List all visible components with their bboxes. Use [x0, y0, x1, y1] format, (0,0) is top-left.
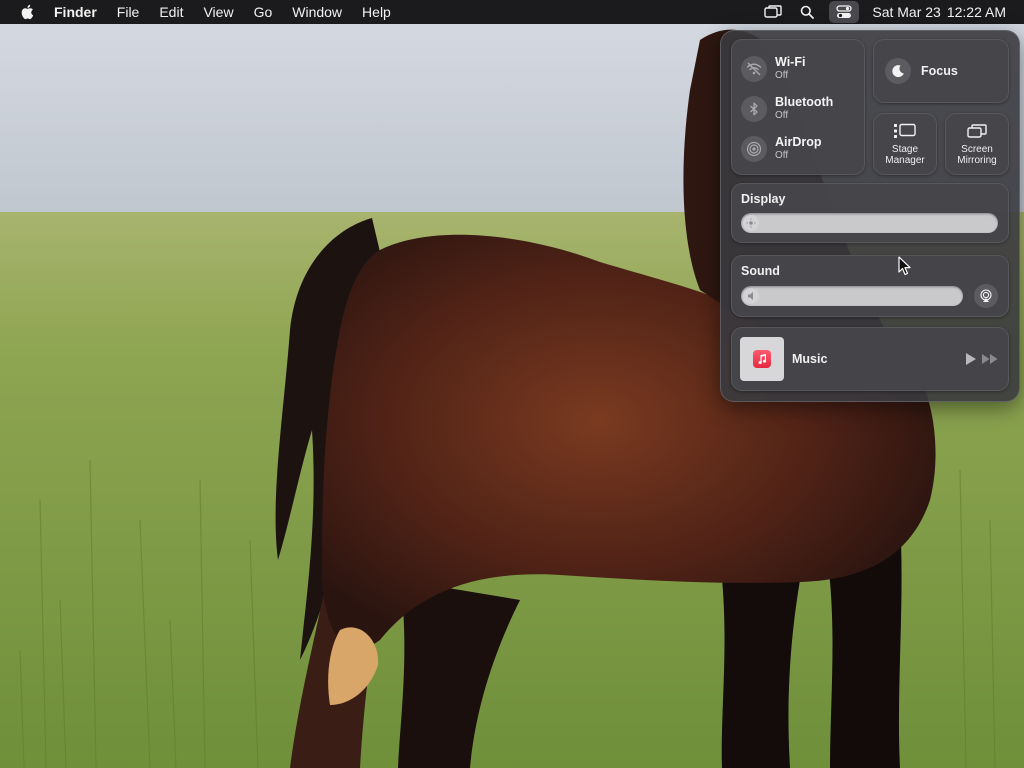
sound-title: Sound — [741, 264, 780, 278]
display-tile: Display — [731, 183, 1009, 243]
control-center-panel: Wi-Fi Off Bluetooth Off AirDrop Off Focu… — [720, 30, 1020, 402]
sound-tile: Sound — [731, 255, 1009, 317]
clock-date: Sat Mar 23 — [872, 4, 941, 20]
screen-mirroring-label-line2: Mirroring — [957, 155, 997, 166]
now-playing-app: Music — [792, 352, 828, 366]
brightness-icon[interactable] — [743, 215, 759, 231]
control-center-icon[interactable] — [829, 1, 860, 23]
menu-view[interactable]: View — [193, 0, 243, 24]
brightness-slider[interactable] — [741, 213, 998, 233]
mouse-cursor-icon — [898, 256, 911, 281]
menu-go[interactable]: Go — [244, 0, 283, 24]
wifi-status: Off — [775, 70, 789, 81]
menu-bar-clock[interactable]: Sat Mar 23 12:22 AM — [872, 4, 1006, 20]
speaker-icon[interactable] — [743, 288, 759, 304]
album-artwork[interactable] — [740, 337, 784, 381]
screen-mirroring-tile[interactable]: Screen Mirroring — [945, 113, 1009, 175]
airdrop-label: AirDrop — [775, 135, 822, 149]
airplay-audio-icon[interactable] — [974, 284, 998, 308]
menu-bar: Finder File Edit View Go Window Help Sat… — [0, 0, 1024, 24]
network-tile: Wi-Fi Off Bluetooth Off AirDrop Off — [731, 39, 865, 175]
focus-tile[interactable]: Focus — [873, 39, 1009, 103]
stage-manager-label-line2: Manager — [885, 155, 925, 166]
focus-label: Focus — [921, 64, 958, 78]
menu-app-name[interactable]: Finder — [50, 0, 107, 24]
bluetooth-icon[interactable] — [741, 96, 767, 122]
bluetooth-toggle[interactable]: Bluetooth Off — [741, 96, 833, 122]
play-icon[interactable] — [964, 351, 978, 367]
display-title: Display — [741, 192, 786, 206]
menu-help[interactable]: Help — [352, 0, 401, 24]
airdrop-status: Off — [775, 150, 789, 161]
now-playing-tile: Music — [731, 327, 1009, 391]
airdrop-toggle[interactable]: AirDrop Off — [741, 136, 822, 162]
stage-manager-icon — [874, 121, 936, 141]
stage-manager-tile[interactable]: Stage Manager — [873, 113, 937, 175]
stage-manager-label-line1: Stage — [891, 144, 919, 155]
wifi-off-icon[interactable] — [741, 56, 767, 82]
screen-mirroring-icon[interactable] — [761, 0, 785, 24]
search-icon[interactable] — [795, 0, 819, 24]
menu-edit[interactable]: Edit — [149, 0, 193, 24]
screen-mirroring-label-line1: Screen — [961, 144, 993, 155]
bluetooth-label: Bluetooth — [775, 95, 834, 109]
menu-file[interactable]: File — [107, 0, 150, 24]
music-note-icon — [753, 350, 771, 368]
wifi-label: Wi-Fi — [775, 55, 806, 69]
menu-window[interactable]: Window — [282, 0, 352, 24]
bluetooth-status: Off — [775, 110, 789, 121]
apple-logo-icon[interactable] — [17, 0, 37, 24]
volume-slider[interactable] — [741, 286, 963, 306]
clock-time: 12:22 AM — [946, 4, 1006, 20]
wifi-toggle[interactable]: Wi-Fi Off — [741, 56, 805, 82]
moon-icon — [885, 58, 911, 84]
fast-forward-icon[interactable] — [980, 351, 1000, 367]
screen-mirroring-icon — [946, 121, 1008, 141]
airdrop-icon[interactable] — [741, 136, 767, 162]
